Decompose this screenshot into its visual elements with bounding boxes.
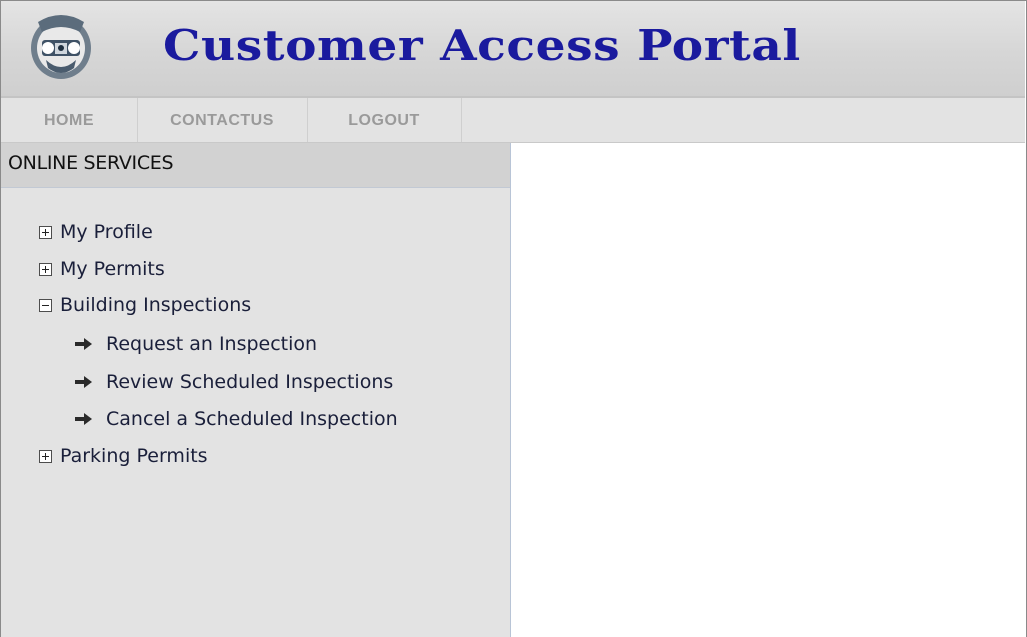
submenu-label: Review Scheduled Inspections bbox=[106, 371, 394, 393]
menu-item-label: My Profile bbox=[60, 221, 153, 243]
portal-title: Customer Access Portal bbox=[163, 21, 801, 70]
sidebar: ONLINE SERVICES My Profile My Permits Bu… bbox=[1, 143, 511, 637]
sidebar-header: ONLINE SERVICES bbox=[1, 143, 510, 188]
submenu-label: Request an Inspection bbox=[106, 333, 318, 355]
arrow-right-icon bbox=[75, 338, 92, 350]
main-content-area bbox=[511, 143, 1025, 637]
menu-item-label: Building Inspections bbox=[60, 294, 252, 316]
menu-item-my-permits[interactable]: My Permits bbox=[39, 254, 165, 284]
submenu-cancel-scheduled-inspection[interactable]: Cancel a Scheduled Inspection bbox=[74, 404, 398, 434]
menu-item-label: Parking Permits bbox=[60, 445, 208, 467]
minus-box-icon[interactable] bbox=[39, 298, 52, 312]
city-seal-icon bbox=[31, 15, 91, 79]
plus-box-icon[interactable] bbox=[39, 449, 52, 463]
plus-box-icon[interactable] bbox=[39, 225, 52, 239]
header-banner: Customer Access Portal bbox=[1, 1, 1025, 98]
menu-item-parking-permits[interactable]: Parking Permits bbox=[39, 441, 208, 471]
arrow-right-icon bbox=[75, 376, 92, 388]
submenu-label: Cancel a Scheduled Inspection bbox=[106, 408, 398, 430]
nav-logout-link[interactable]: LOGOUT bbox=[307, 98, 462, 142]
submenu-request-inspection[interactable]: Request an Inspection bbox=[74, 329, 317, 359]
arrow-right-icon bbox=[75, 413, 92, 425]
submenu-review-scheduled-inspections[interactable]: Review Scheduled Inspections bbox=[74, 367, 393, 397]
menu-item-my-profile[interactable]: My Profile bbox=[39, 217, 153, 247]
plus-box-icon[interactable] bbox=[39, 262, 52, 276]
menu-item-label: My Permits bbox=[60, 258, 165, 280]
menu-item-building-inspections[interactable]: Building Inspections bbox=[39, 290, 251, 320]
sidebar-title: ONLINE SERVICES bbox=[8, 152, 174, 174]
nav-home-link[interactable]: HOME bbox=[1, 98, 138, 142]
top-nav: HOME CONTACTUS LOGOUT bbox=[1, 98, 1025, 143]
nav-contact-us-link[interactable]: CONTACTUS bbox=[137, 98, 308, 142]
